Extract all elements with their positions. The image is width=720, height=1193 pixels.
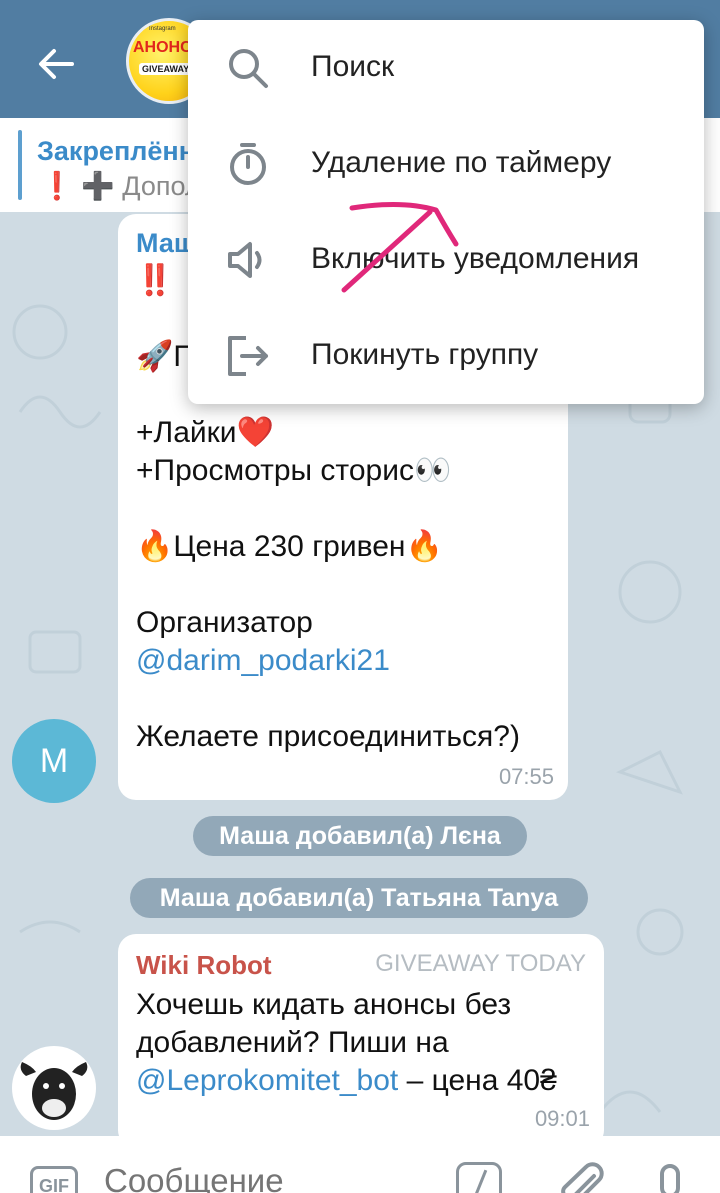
message-composer: GIF xyxy=(0,1136,720,1193)
avatar-brand: Instagram xyxy=(149,26,176,32)
menu-item-label: Поиск xyxy=(311,50,395,83)
message-line: Хочешь кидать анонсы без xyxy=(136,988,512,1021)
message-line: Организатор xyxy=(136,606,313,639)
message-line: Желаете присоединиться?) xyxy=(136,720,520,753)
message-text: Хочешь кидать анонсы без добавлений? Пиш… xyxy=(136,986,557,1100)
menu-item-label: Удаление по таймеру xyxy=(311,146,612,179)
annotation-arrow xyxy=(341,201,459,293)
cow-icon xyxy=(20,1062,88,1120)
timer-icon xyxy=(230,143,266,185)
pinned-title: Закреплённ xyxy=(37,136,196,166)
exit-icon xyxy=(228,336,268,376)
message-line: 🔥Цена 230 гривен🔥 xyxy=(136,530,443,563)
username-link[interactable]: @darim_podarki21 xyxy=(136,644,390,677)
search-icon xyxy=(229,49,268,88)
sender-avatar[interactable]: M xyxy=(12,719,96,803)
menu-item-leave-group[interactable]: Покинуть группу xyxy=(188,308,704,404)
menu-item-label: Покинуть группу xyxy=(311,338,539,371)
message-time: 07:55 xyxy=(498,764,554,789)
menu-item-search[interactable]: Поиск xyxy=(188,20,704,116)
command-icon[interactable] xyxy=(456,1162,502,1193)
plus-icon: ➕ xyxy=(81,171,115,201)
attach-icon[interactable] xyxy=(556,1162,606,1193)
pinned-indicator xyxy=(18,130,22,200)
service-message: Маша добавил(а) Лєна xyxy=(193,816,527,856)
message-line: 🚀П xyxy=(136,340,195,373)
bot-avatar[interactable] xyxy=(12,1046,96,1130)
message-line: – цена 40₴ xyxy=(398,1064,557,1097)
back-button[interactable] xyxy=(28,36,84,92)
arrow-left-icon xyxy=(39,49,74,79)
message-line: добавлений? Пиши на xyxy=(136,1026,449,1059)
gif-button[interactable]: GIF xyxy=(30,1166,78,1193)
message-sender[interactable]: Wiki Robot xyxy=(136,950,272,981)
pinned-preview: ❗ ➕ Допол xyxy=(40,170,201,202)
sender-badge: GIVEAWAY TODAY xyxy=(375,950,586,977)
message-input[interactable] xyxy=(104,1162,434,1193)
exclamation-icon: ❗ xyxy=(40,171,74,201)
avatar-subtitle: GIVEAWAY xyxy=(139,63,193,75)
bot-message-bubble[interactable]: Wiki Robot GIVEAWAY TODAY Хочешь кидать … xyxy=(118,934,604,1136)
speaker-icon xyxy=(228,242,262,278)
bot-link[interactable]: @Leprokomitet_bot xyxy=(136,1064,398,1097)
message-line: ‼️ xyxy=(136,264,174,297)
avatar-title: АНОНС xyxy=(133,39,192,56)
message-line: +Просмотры сторис👀 xyxy=(136,454,452,487)
service-message: Маша добавил(а) Татьяна Tanya xyxy=(130,878,588,918)
message-line: +Лайки❤️ xyxy=(136,416,274,449)
microphone-icon[interactable] xyxy=(650,1162,690,1193)
message-time: 09:01 xyxy=(534,1106,590,1131)
